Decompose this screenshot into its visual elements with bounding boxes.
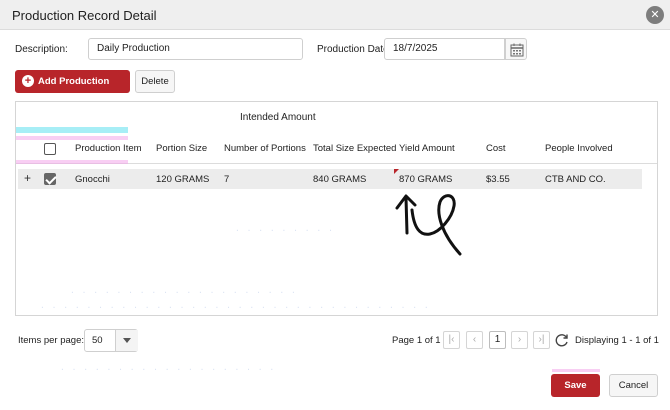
column-header-cost[interactable]: Cost — [486, 143, 506, 154]
next-page-icon[interactable]: › — [511, 331, 528, 349]
dialog-header: Production Record Detail ✕ — [0, 0, 670, 30]
column-header-yield-amount[interactable]: Yield Amount — [399, 143, 455, 154]
column-header-production-item[interactable]: Production Item — [75, 143, 142, 154]
ghost-artifact: · · · · · · · · · · · · · · · · · · · · … — [40, 303, 430, 312]
page-info: Page 1 of 1 — [392, 335, 441, 346]
glitch-strip — [552, 369, 600, 372]
display-info: Displaying 1 - 1 of 1 — [575, 335, 659, 346]
first-page-icon[interactable]: |‹ — [443, 331, 460, 349]
production-date-field[interactable]: 18/7/2025 — [384, 38, 505, 60]
ghost-artifact: · · · · · · · · · · · · · · · · · · · · — [70, 288, 297, 297]
production-date-label: Production Date: — [317, 44, 392, 55]
column-header-total-size-expected[interactable]: Total Size Expected — [313, 143, 396, 154]
hand-drawn-arrow-annotation — [395, 194, 462, 256]
ghost-artifact: · · · · · · · · · — [235, 226, 334, 235]
column-header-number-of-portions[interactable]: Number of Portions — [224, 143, 306, 154]
column-header-people-involved[interactable]: People Involved — [545, 143, 613, 154]
close-icon[interactable]: ✕ — [646, 6, 664, 24]
glitch-strip — [16, 136, 128, 140]
save-button[interactable]: Save — [551, 374, 600, 397]
cell-production-item: Gnocchi — [75, 174, 110, 185]
add-production-items-button[interactable]: + Add Production Items — [15, 70, 130, 110]
prev-page-icon[interactable]: ‹ — [466, 331, 483, 349]
calendar-icon[interactable] — [505, 38, 527, 60]
cell-yield-amount[interactable]: 870 GRAMS — [399, 174, 452, 185]
cell-total-size-expected: 840 GRAMS — [313, 174, 367, 185]
column-header-portion-size[interactable]: Portion Size — [156, 143, 207, 154]
production-record-dialog: Production Record Detail ✕ Description: … — [0, 0, 670, 410]
row-checkbox[interactable] — [44, 173, 56, 185]
group-header-intended-amount: Intended Amount — [240, 112, 316, 123]
items-per-page-value: 50 — [92, 335, 103, 346]
last-page-icon[interactable]: ›| — [533, 331, 550, 349]
chevron-down-icon[interactable] — [115, 330, 138, 351]
refresh-icon[interactable] — [554, 332, 570, 348]
plus-circle-icon: + — [22, 75, 34, 87]
cell-cost: $3.55 — [486, 174, 510, 185]
edited-cell-marker — [394, 169, 399, 174]
expand-icon[interactable]: + — [24, 171, 31, 185]
current-page-button[interactable]: 1 — [489, 331, 506, 349]
items-per-page-label: Items per page: — [18, 335, 85, 346]
delete-button[interactable]: Delete — [135, 70, 175, 93]
dialog-title: Production Record Detail — [12, 8, 157, 23]
table-row[interactable]: + Gnocchi 120 GRAMS 7 840 GRAMS 870 GRAM… — [18, 169, 642, 189]
glitch-strip — [16, 127, 128, 133]
description-label: Description: — [15, 44, 68, 55]
cell-number-of-portions: 7 — [224, 174, 230, 185]
cancel-button[interactable]: Cancel — [609, 374, 658, 397]
select-all-checkbox[interactable] — [44, 143, 56, 155]
cell-people-involved: CTB AND CO. — [545, 174, 606, 185]
items-per-page-select[interactable]: 50 — [84, 329, 138, 352]
description-field[interactable]: Daily Production — [88, 38, 303, 60]
cell-portion-size: 120 GRAMS — [156, 174, 210, 185]
ghost-artifact: · · · · · · · · · · · · · · · · · · · — [60, 365, 276, 374]
glitch-strip — [16, 160, 128, 164]
production-items-grid: Intended Amount Production Item Portion … — [15, 101, 658, 316]
